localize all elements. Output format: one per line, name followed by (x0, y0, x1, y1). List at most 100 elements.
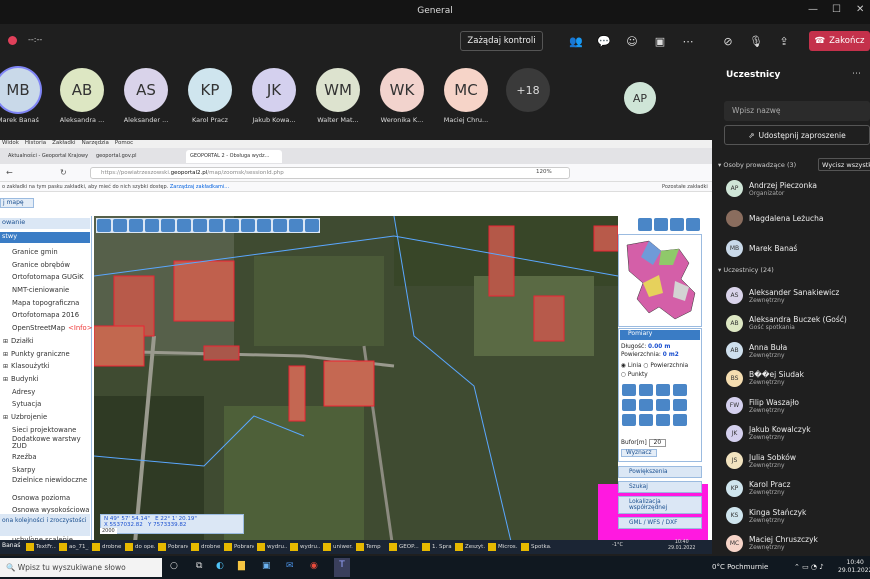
add-point-icon[interactable] (639, 399, 653, 411)
layer-item[interactable]: Mapa topograficzna (3, 297, 89, 310)
inner-taskbar-app[interactable]: Pobrane (158, 540, 188, 554)
layer-item[interactable]: Adresy (3, 386, 89, 399)
measure-icon[interactable] (241, 219, 255, 232)
inner-taskbar-app[interactable]: drobne... (92, 540, 122, 554)
participant-row[interactable]: MC Maciej Chruszczyk Zewnętrzny (726, 534, 818, 552)
expand-icon[interactable]: ⊞ (3, 363, 8, 370)
overflow-count[interactable]: +18 (506, 68, 550, 112)
map-view[interactable] (94, 216, 618, 554)
rooms-icon[interactable]: ▣ (652, 31, 668, 51)
collapsed-panel[interactable]: Szukaj (618, 481, 702, 493)
participant-row[interactable]: KS Kinga Stańczyk Zewnętrzny (726, 507, 806, 524)
osm-info-link[interactable]: <Info> (68, 324, 92, 332)
print-icon[interactable] (257, 219, 271, 232)
zoom-in-icon[interactable] (97, 219, 111, 232)
zoom-level[interactable]: 120% (536, 169, 552, 175)
teams-icon[interactable]: T (334, 558, 350, 577)
minimize-button[interactable]: — (808, 4, 818, 15)
draw-area-icon[interactable] (656, 414, 670, 426)
task-view-icon[interactable]: ○ (170, 561, 178, 571)
participant-row[interactable]: KP Karol Pracz Zewnętrzny (726, 479, 791, 497)
inner-taskbar-app[interactable]: ao_71_... (59, 540, 89, 554)
points-radio[interactable]: ○ (621, 372, 626, 378)
inner-taskbar-app[interactable]: wydru... (290, 540, 320, 554)
inner-taskbar-app[interactable]: Zeszyt... (455, 540, 485, 554)
layer-item[interactable]: Dodatkowe warstwy ZUD (3, 436, 89, 451)
participant-tile[interactable]: AB Aleksandra ... (48, 68, 116, 128)
fullscreen-icon[interactable] (686, 218, 700, 231)
chat-icon[interactable]: 💬 (596, 31, 612, 51)
layer-item[interactable]: Rzeźba (3, 451, 89, 464)
arrow-left-icon[interactable] (622, 399, 636, 411)
reload-icon[interactable]: ↻ (60, 168, 67, 177)
collapse-icon[interactable]: ▾ (718, 161, 721, 169)
url-bar[interactable]: https://powiatrzeszowski.geoportal2.pl/m… (90, 167, 570, 179)
layer-item[interactable]: Dzielnice niewidoczne (3, 476, 89, 492)
delete-icon[interactable] (673, 384, 687, 396)
bookmarks-link[interactable]: Zarządzaj zakładkami... (170, 184, 229, 190)
layer-item[interactable]: Sytuacja (3, 398, 89, 411)
participant-tile[interactable]: MC Maciej Chru... (432, 68, 500, 128)
explorer-icon[interactable]: ▇ (238, 561, 245, 571)
browser-tab[interactable]: Aktualności - Geoportal Krajowy (4, 150, 90, 163)
inner-taskbar-app[interactable]: Micros... (488, 540, 518, 554)
inner-taskbar-app[interactable]: Pobrane (224, 540, 254, 554)
inner-taskbar-app[interactable]: TextFr... (26, 540, 56, 554)
leave-button[interactable]: ☎ Zakończ (809, 31, 870, 51)
layer-item[interactable]: ⊞ Działki (3, 335, 89, 348)
tray-icons[interactable]: ⌃ ▭ ◔ ♪ (794, 563, 824, 571)
layer-item[interactable]: ⊞ Punkty graniczne (3, 348, 89, 361)
expand-icon[interactable]: ⊞ (3, 376, 8, 383)
participants-icon[interactable]: 👥 (568, 31, 584, 51)
participant-tile[interactable]: KP Karol Pracz (176, 68, 244, 128)
participant-row[interactable]: AP Andrzej Pieczonka Organizator (726, 180, 817, 197)
other-bookmarks[interactable]: Pozostałe zakładki (662, 184, 708, 190)
layer-item[interactable]: ⊞ Budynki (3, 373, 89, 386)
reactions-icon[interactable]: ☺ (624, 31, 640, 51)
layer-item[interactable]: ⊞ Klasoużytki (3, 360, 89, 373)
export-icon[interactable] (273, 219, 287, 232)
mail-icon[interactable]: ✉ (286, 561, 294, 571)
move-icon[interactable] (656, 399, 670, 411)
inner-taskbar-app[interactable]: wydru... (257, 540, 287, 554)
map-tab[interactable]: j mapę (0, 198, 34, 208)
invite-button[interactable]: ⇗ Udostępnij zaproszenie (724, 125, 870, 145)
prev-view-icon[interactable] (161, 219, 175, 232)
participant-row[interactable]: JS Julia Sobków Zewnętrzny (726, 452, 796, 469)
draw-path-icon[interactable] (639, 414, 653, 426)
zoom-box-icon[interactable] (145, 219, 159, 232)
participant-row[interactable]: BS B��ej Siudak Zewnętrzny (726, 369, 804, 387)
participant-tile[interactable]: WM Walter Mat... (304, 68, 372, 128)
participant-tile[interactable]: MB Marek Banaś (0, 68, 52, 128)
task-switch-icon[interactable]: ⧉ (196, 561, 202, 571)
store-icon[interactable]: ▣ (262, 561, 271, 571)
participant-search-input[interactable]: Wpisz nazwę (724, 101, 870, 121)
participant-row[interactable]: AB Anna Buła Zewnętrzny (726, 342, 787, 359)
participant-row[interactable]: JK Jakub Kowalczyk Zewnętrzny (726, 424, 811, 442)
measure-line-icon[interactable] (622, 384, 636, 396)
video-icon[interactable] (305, 219, 319, 232)
inner-taskbar-app[interactable]: Spotka... (521, 540, 551, 554)
measure-point-icon[interactable] (656, 384, 670, 396)
collapsed-panel[interactable]: Lokalizacja współrzędnej (618, 496, 702, 514)
inner-taskbar-app[interactable]: uniwer... (323, 540, 353, 554)
participant-row[interactable]: Magdalena Leżucha (726, 210, 823, 227)
participant-tile[interactable]: JK Jakub Kowa... (240, 68, 308, 128)
layer-item[interactable]: OpenStreetMap <Info> (3, 322, 92, 335)
layer-item[interactable]: Ortofotomapa GUGiK (3, 271, 89, 284)
participant-row[interactable]: AS Aleksander Sanakiewicz Zewnętrzny (726, 287, 839, 304)
participant-tile[interactable]: AS Aleksander ... (112, 68, 180, 128)
inner-taskbar-app[interactable]: Temp (356, 540, 386, 554)
layer-item[interactable]: Ortofotomapa 2016 (3, 309, 89, 322)
participant-row[interactable]: FW Filip Waszajło Zewnętrzny (726, 397, 799, 414)
back-icon[interactable]: ← (6, 168, 13, 177)
mute-all-button[interactable]: Wycisz wszystkich (818, 158, 870, 171)
layer-item[interactable]: NMT-cieniowanie (3, 284, 89, 297)
browser-menu-item[interactable]: Widok (2, 140, 19, 148)
area-radio[interactable]: ○ (643, 363, 648, 369)
collapsed-panel[interactable]: Powiększenia (618, 466, 702, 478)
buffer-input[interactable]: 20 (648, 439, 667, 447)
browser-menu-item[interactable]: Historia (25, 140, 46, 148)
browser-menu-item[interactable]: Pomoc (115, 140, 133, 148)
request-control-button[interactable]: Zażądaj kontroli (460, 31, 543, 51)
